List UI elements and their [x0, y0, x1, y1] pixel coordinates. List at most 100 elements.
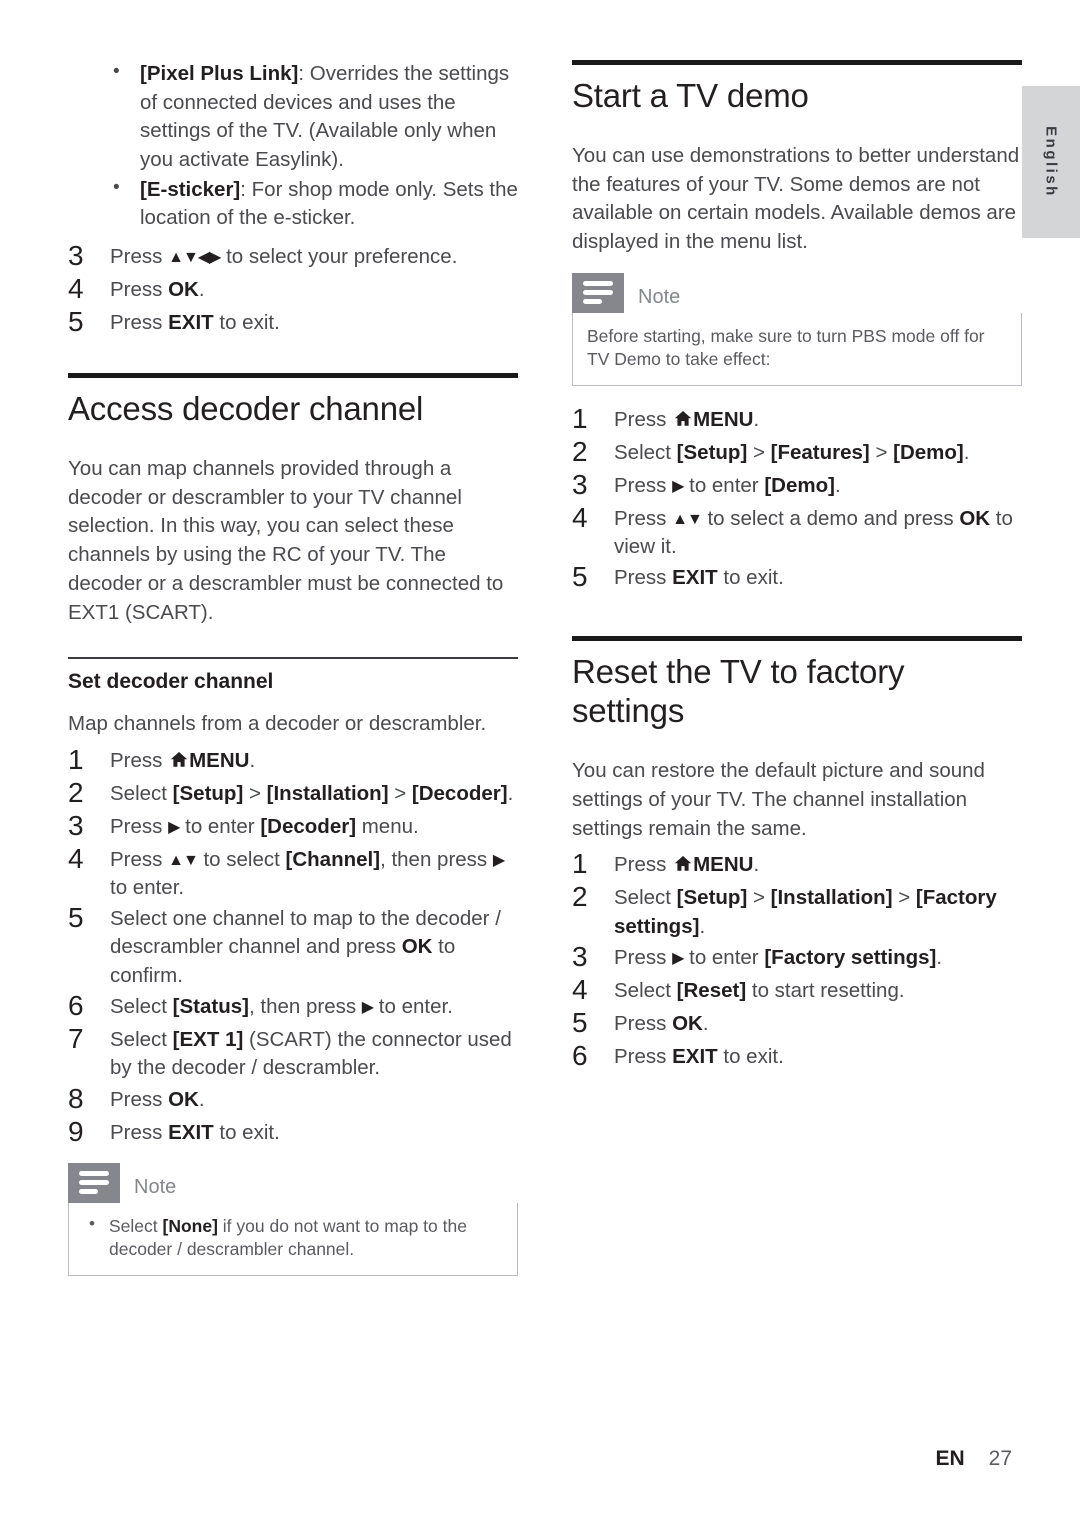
language-tab: English: [1022, 86, 1080, 238]
continued-step-list: 3 Press ▲▼◀▶ to select your preference. …: [68, 240, 518, 339]
step-text: Press OK.: [110, 1088, 205, 1111]
arrow-right-icon: ▶: [168, 818, 180, 836]
note-icon: [68, 1162, 120, 1203]
section-title-reset: Reset the TV to factory settings: [572, 653, 905, 730]
list-item: 2 Select [Setup] > [Installation] > [Dec…: [68, 777, 518, 810]
key-exit: EXIT: [168, 1120, 214, 1144]
step-text-part: Press: [614, 407, 673, 431]
step-text-part: Select: [110, 781, 173, 805]
step-text-part: Press: [614, 566, 673, 590]
step-text: Press ▶ to enter [Factory settings].: [614, 946, 942, 969]
reset-step-list: 1 Press MENU. 2 Select [Setup] > [Instal…: [572, 848, 1022, 1073]
step-number: 2: [572, 881, 588, 913]
step-text-part: .: [702, 1011, 709, 1035]
list-item: 1 Press MENU.: [572, 848, 1022, 881]
arrow-right-icon: ▶: [672, 949, 684, 967]
step-text-part: Select: [110, 994, 173, 1018]
step-number: 3: [572, 468, 588, 500]
menu-factory-settings: [Factory settings]: [764, 945, 937, 969]
section-rule: [572, 60, 1022, 65]
step-text: Press ▲▼◀▶ to select your preference.: [110, 245, 457, 268]
list-item: 4 Press OK.: [68, 273, 518, 306]
footer-locale: EN: [935, 1447, 965, 1470]
note-title: Note: [134, 1175, 177, 1198]
step-text-part: Select: [110, 1027, 173, 1051]
footer-page-number: 27: [988, 1447, 1012, 1470]
note-body: Before starting, make sure to turn PBS m…: [572, 312, 1022, 386]
list-item: 3 Press ▲▼◀▶ to select your preference.: [68, 240, 518, 273]
section-rule: [572, 636, 1022, 642]
menu-decoder: [Decoder]: [411, 781, 508, 805]
step-text-part: >: [388, 781, 412, 805]
menu-demo: [Demo]: [893, 440, 964, 464]
step-text-part: to enter.: [110, 875, 185, 899]
left-column: [Pixel Plus Link]: Overrides the setting…: [68, 59, 518, 1276]
step-text-part: Press: [614, 473, 673, 497]
step-number: 4: [68, 273, 84, 305]
key-menu: MENU: [693, 853, 754, 877]
note-title: Note: [638, 285, 681, 308]
note-text: Before starting, make sure to turn PBS m…: [587, 325, 985, 369]
menu-demo: [Demo]: [764, 473, 835, 497]
page-footer: EN 27: [0, 1447, 1080, 1471]
key-ok: OK: [401, 935, 433, 959]
step-text-part: .: [198, 1087, 205, 1111]
step-text-part: to enter: [683, 473, 759, 497]
menu-setup: [Setup]: [676, 886, 748, 910]
step-text-part: Press: [614, 853, 673, 877]
menu-setup: [Setup]: [172, 781, 244, 805]
list-item: 5 Select one channel to map to the decod…: [68, 902, 518, 990]
right-column: Start a TV demo You can use demonstratio…: [572, 60, 1022, 1083]
step-text-part: .: [249, 748, 256, 772]
list-item: 4 Press ▲▼ to select a demo and press OK…: [572, 502, 1022, 562]
arrow-right-icon: ▶: [361, 998, 374, 1016]
step-text: Press EXIT to exit.: [614, 566, 784, 589]
list-item: 1 Press MENU.: [68, 744, 518, 777]
note-header: Note: [68, 1162, 518, 1203]
step-text: Select [Setup] > [Installation] > [Decod…: [110, 782, 513, 805]
list-item: 5 Press EXIT to exit.: [68, 306, 518, 339]
menu-status: [Status]: [172, 994, 249, 1018]
note-header: Note: [572, 272, 1022, 313]
step-text-part: to enter: [179, 814, 255, 838]
list-item: 2 Select [Setup] > [Features] > [Demo].: [572, 436, 1022, 469]
step-text-part: Press: [110, 1120, 169, 1144]
step-text: Press EXIT to exit.: [110, 311, 280, 334]
step-text-part: , then press: [248, 994, 362, 1018]
step-text-part: .: [753, 853, 760, 877]
menu-setup: [Setup]: [676, 440, 748, 464]
subsection-rule: [68, 657, 518, 659]
note-body: Select [None] if you do not want to map …: [68, 1202, 518, 1276]
step-text-part: Press: [110, 748, 169, 772]
step-text: Press MENU.: [110, 749, 255, 772]
manual-page: English [Pixel Plus Link]: Overrides the…: [0, 0, 1080, 1526]
home-icon: [674, 407, 692, 435]
key-menu: MENU: [189, 748, 250, 772]
section-rule: [68, 373, 518, 379]
step-number: 1: [68, 743, 84, 775]
step-text-part: Press: [110, 278, 169, 302]
step-text-part: to enter.: [373, 994, 453, 1018]
step-number: 8: [68, 1082, 84, 1114]
page-title: Access decoder channel: [68, 390, 424, 428]
step-number: 6: [572, 1039, 588, 1071]
step-text-part: Press: [614, 1011, 673, 1035]
arrow-right-icon: ▶: [492, 851, 505, 869]
step-text-part: to enter: [683, 945, 759, 969]
step-text-part: Press: [614, 945, 673, 969]
step-text-part: to exit.: [213, 1120, 280, 1144]
arrow-right-icon: ▶: [672, 477, 684, 495]
list-item: 4 Press ▲▼ to select a demo and press to…: [68, 843, 518, 903]
step-text: Press ▶ to enter [Demo].: [614, 474, 841, 497]
list-item: 2 Select [Setup] > [Installation] > [Fac…: [572, 881, 1022, 941]
step-text-part: to start resetting.: [746, 978, 905, 1002]
list-item: [E-sticker]: For shop mode only. Sets th…: [68, 175, 518, 233]
step-number: 4: [68, 842, 84, 874]
list-item: 3 Press ▶ to enter [Factory settings].: [572, 941, 1022, 974]
list-item: 7 Select [EXT 1] (SCART) the connector u…: [68, 1023, 518, 1083]
step-number: 4: [572, 973, 588, 1005]
list-item: 6 Select [Status], then press ▶ to enter…: [68, 990, 518, 1023]
step-text-part: >: [747, 886, 771, 910]
subsection-intro: Map channels from a decoder or descrambl…: [68, 711, 487, 735]
bullet-term: [E-sticker]: [140, 177, 241, 201]
